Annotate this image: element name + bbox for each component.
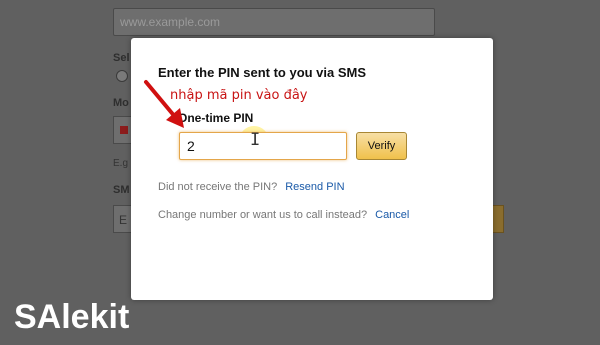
- background-label-sel: Sel: [113, 52, 130, 64]
- background-hint: E.g: [113, 158, 129, 169]
- text-cursor-icon: I: [250, 130, 261, 150]
- resend-pin-link[interactable]: Resend PIN: [285, 181, 344, 193]
- red-arrow-icon: [144, 80, 184, 128]
- annotation-text: nhập mã pin vào đây: [170, 88, 308, 103]
- resend-row: Did not receive the PIN? Resend PIN: [158, 181, 345, 193]
- watermark-logo: SAlekit: [14, 298, 130, 336]
- background-label-mo: Mo: [113, 97, 129, 109]
- cancel-link[interactable]: Cancel: [375, 209, 409, 221]
- background-label-sm: SM: [113, 184, 130, 196]
- verify-button[interactable]: Verify: [356, 132, 407, 160]
- background-url-input: www.example.com: [113, 8, 435, 36]
- not-received-text: Did not receive the PIN?: [158, 181, 278, 193]
- pin-input[interactable]: [179, 132, 347, 160]
- cancel-row: Change number or want us to call instead…: [158, 209, 409, 221]
- background-radio: [116, 70, 128, 82]
- background-flag: [113, 116, 133, 144]
- change-number-text: Change number or want us to call instead…: [158, 209, 368, 221]
